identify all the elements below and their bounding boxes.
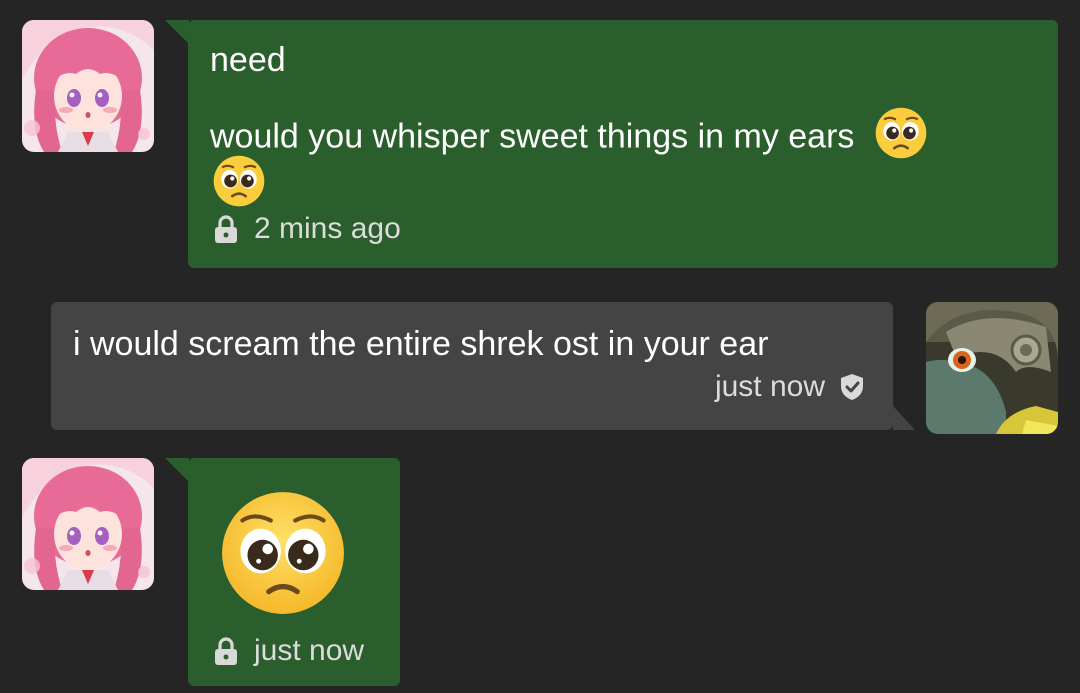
sender-avatar[interactable] [22, 20, 154, 152]
message-text: i would scream the entire shrek ost in y… [73, 325, 769, 363]
pleading-face-emoji [212, 154, 266, 213]
midna-avatar-icon [926, 302, 1058, 434]
bubble-tail [165, 458, 189, 482]
pleading-face-icon [875, 107, 927, 159]
message-line: need [210, 41, 286, 79]
pleading-face-icon [222, 492, 344, 614]
message-meta: just now [214, 634, 364, 668]
recipient-avatar[interactable] [926, 302, 1058, 434]
pleading-face-emoji [874, 106, 928, 171]
sender-avatar[interactable] [22, 458, 154, 590]
lock-icon [215, 637, 237, 665]
outgoing-message-bubble[interactable]: just now [188, 458, 400, 686]
message-meta: 2 mins ago [214, 212, 401, 246]
timestamp: just now [714, 370, 825, 403]
message-line: would you whisper sweet things in my ear… [210, 106, 928, 171]
anime-girl-avatar-icon [22, 20, 154, 152]
timestamp: 2 mins ago [254, 212, 401, 245]
incoming-message-bubble[interactable]: i would scream the entire shrek ost in y… [51, 302, 893, 430]
pleading-face-icon [213, 155, 265, 207]
bubble-tail [165, 20, 189, 44]
message-line-text: would you whisper sweet things in my ear… [210, 117, 855, 156]
message-meta: just now [715, 370, 865, 404]
lock-icon [215, 215, 237, 243]
verified-shield-icon [841, 374, 863, 400]
pleading-face-emoji [218, 488, 348, 623]
timestamp: just now [254, 634, 365, 667]
bubble-tail [893, 406, 915, 430]
anime-girl-avatar-icon [22, 458, 154, 590]
outgoing-message-bubble[interactable]: need would you whisper sweet things in m… [188, 20, 1058, 268]
